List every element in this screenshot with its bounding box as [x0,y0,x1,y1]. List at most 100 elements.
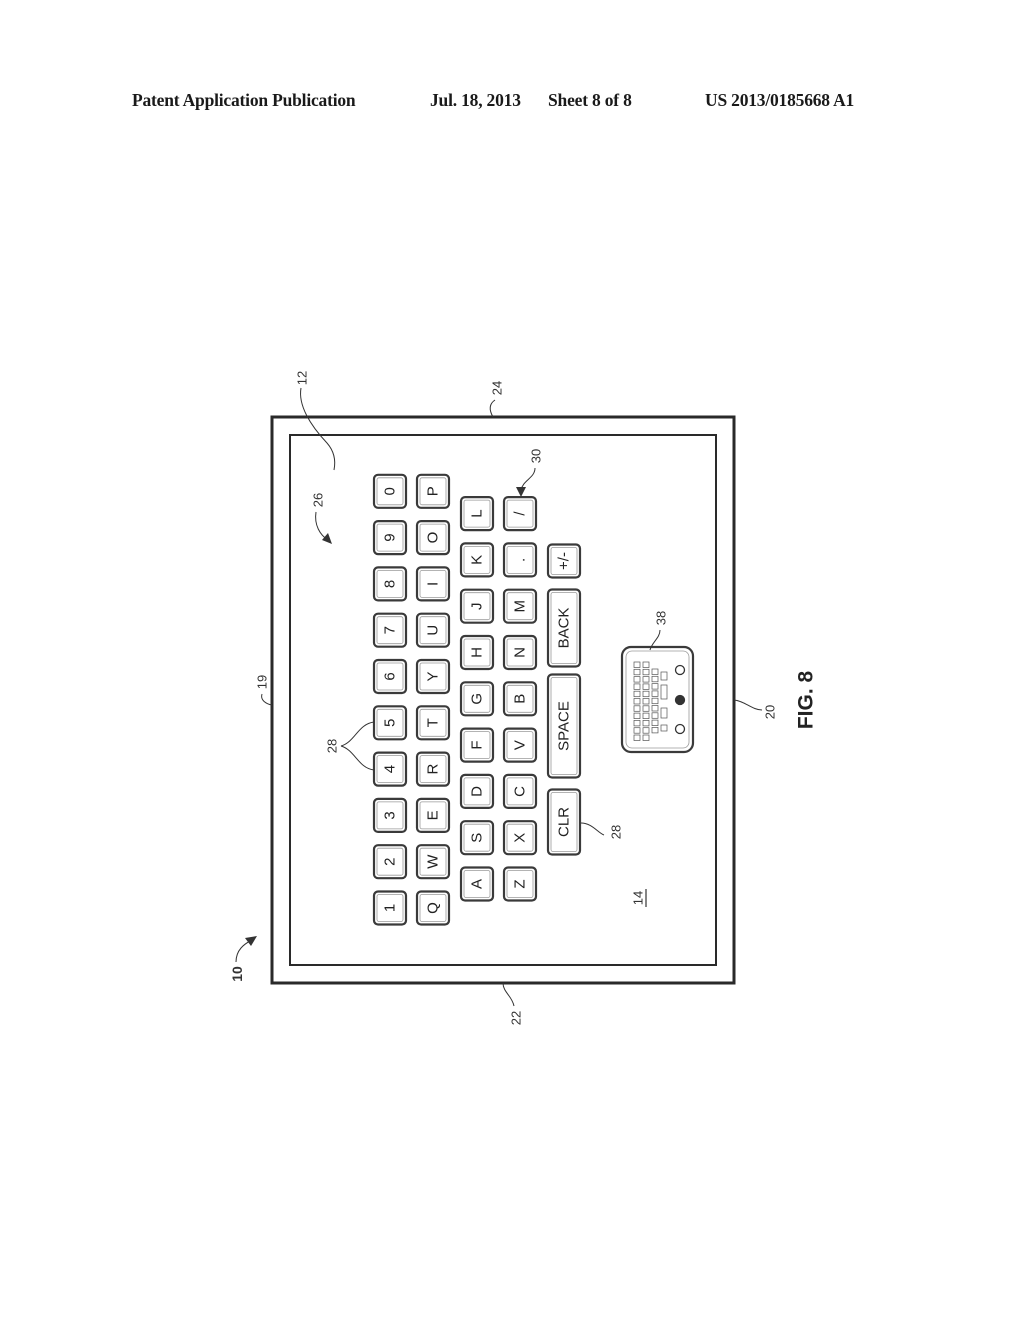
mini-key [651,690,659,697]
key-j[interactable]: J [459,588,495,624]
ref-19: 19 [255,675,273,706]
mini-key [633,712,641,719]
ref-label-26: 26 [311,493,326,507]
key-num-1[interactable]: 1 [372,890,408,926]
key-label: V [512,740,529,750]
key-x[interactable]: X [502,820,538,856]
leader-28-to-5 [340,721,375,747]
key-label: C [512,786,529,797]
key-num-7[interactable]: 7 [372,612,408,648]
key-w[interactable]: W [415,844,451,880]
key-label: S [469,833,486,843]
mini-key [642,734,650,741]
key-num-0[interactable]: 0 [372,473,408,509]
mini-key [642,676,650,683]
key-v[interactable]: V [502,727,538,763]
ref-label-30: 30 [529,449,544,463]
ref-22: 22 [502,982,524,1025]
key-label: N [512,647,529,658]
key-label: 8 [382,580,399,588]
key-num-5[interactable]: 5 [372,705,408,741]
key-label: H [469,647,486,658]
key-label: K [469,555,486,565]
mini-key [642,661,650,668]
key-u[interactable]: U [415,612,451,648]
key-label: CLR [556,807,573,837]
ref-14: 14 [631,889,647,907]
handheld-device [620,645,695,754]
mini-key [633,698,641,705]
key-z[interactable]: Z [502,866,538,902]
key-num-9[interactable]: 9 [372,519,408,556]
key-num-4[interactable]: 4 [372,751,408,787]
figure-label: FIG. 8 [795,671,818,730]
patent-figure: 1 2 3 4 5 6 7 8 9 0 QWE R T Y U I O P A S DF G H J K L Z X C V B N M. / CL… [229,371,818,1025]
mini-key [651,727,659,734]
mini-key [642,720,650,727]
key-h[interactable]: H [459,634,495,671]
key-r[interactable]: R [415,751,451,787]
key-f[interactable]: F [459,727,495,763]
key-clr[interactable]: CLR [546,788,582,856]
ref-10: 10 [229,936,257,982]
key-a[interactable]: A [459,866,495,902]
key-space[interactable]: SPACE [546,673,582,779]
key-num-6[interactable]: 6 [372,658,408,695]
key-e[interactable]: E [415,797,451,834]
mini-key-wide [660,707,668,719]
key-label: R [425,764,442,775]
mini-key [642,705,650,712]
key-label: O [425,532,442,544]
key-d[interactable]: D [459,773,495,810]
key-i[interactable]: I [415,566,451,602]
key-n[interactable]: N [502,634,538,671]
key-back[interactable]: BACK [546,588,582,668]
mini-key [633,720,641,727]
key-label: Z [512,879,529,888]
key-label: U [425,625,442,636]
leader-20 [733,699,763,711]
mini-key [633,734,641,741]
key-label: 0 [382,487,399,495]
key-k[interactable]: K [459,542,495,578]
key-s[interactable]: S [459,820,495,856]
ref-label-22: 22 [509,1011,524,1025]
key-t[interactable]: T [415,705,451,741]
leader-28-to-4 [340,745,375,771]
key-label: 6 [382,672,399,680]
key-o[interactable]: O [415,519,451,556]
key-period[interactable]: . [502,542,538,578]
key-m[interactable]: M [502,588,538,624]
key-label: A [469,879,486,889]
key-label: Y [425,671,442,681]
ref-label-38: 38 [654,611,669,625]
key-label: P [425,486,442,496]
key-l[interactable]: L [459,496,495,532]
key-label: G [469,693,486,705]
mini-key [642,690,650,698]
key-g[interactable]: G [459,681,495,717]
key-b[interactable]: B [502,681,538,717]
key-num-8[interactable]: 8 [372,566,408,602]
key-label: SPACE [556,701,573,751]
key-y[interactable]: Y [415,658,451,695]
key-num-2[interactable]: 2 [372,844,408,880]
key-slash[interactable]: / [502,496,538,532]
key-num-3[interactable]: 3 [372,797,408,834]
key-p[interactable]: P [415,473,451,509]
key-slash-[interactable]: +/- [546,543,582,579]
arrowhead-10 [245,936,257,946]
ref-label-28-top: 28 [325,739,340,753]
key-label: 4 [382,765,399,773]
key-label: B [512,694,529,704]
mini-key [651,697,659,705]
key-c[interactable]: C [502,773,538,810]
leader-28-clr [580,822,605,836]
ref-28-clr: 28 [580,822,624,839]
ref-label-10: 10 [229,966,245,982]
key-label: L [469,509,486,517]
key-q[interactable]: Q [415,890,451,926]
mini-key [633,727,641,734]
mini-key-wide [660,671,668,681]
mini-key [651,683,659,690]
